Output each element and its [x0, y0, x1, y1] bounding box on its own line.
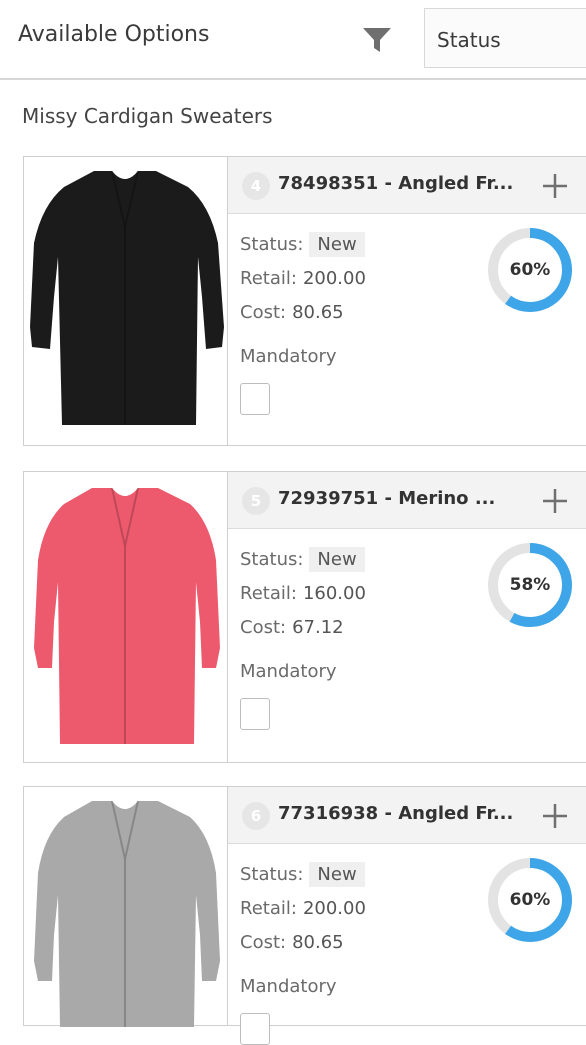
status-label: Status:: [240, 549, 304, 570]
sweater-shape: [30, 171, 224, 425]
sweater-shape: [34, 801, 220, 1027]
mandatory-checkbox[interactable]: [240, 383, 270, 415]
progress-percent: 60%: [509, 890, 551, 910]
status-row: Status: New: [240, 862, 365, 887]
cost-value: 80.65: [292, 302, 344, 323]
plus-icon[interactable]: [540, 486, 570, 516]
cost-row: Cost: 80.65: [240, 932, 344, 953]
product-details: Status: New Retail: 200.00 Cost: 80.65 Mand…: [228, 844, 586, 1045]
retail-row: Retail: 200.00: [240, 898, 366, 919]
header: Available Options Status: [0, 0, 586, 80]
sweater-shape: [34, 488, 220, 744]
mandatory-label: Mandatory: [240, 976, 337, 997]
product-name[interactable]: 78498351 - Angled Fr...: [278, 173, 513, 194]
rank-badge: 6: [242, 802, 270, 830]
mandatory-checkbox[interactable]: [240, 698, 270, 730]
filter-icon[interactable]: [362, 26, 392, 54]
product-header: 4 78498351 - Angled Fr...: [228, 157, 586, 214]
product-card[interactable]: 4 78498351 - Angled Fr... Status: New Ret…: [23, 156, 586, 446]
status-select[interactable]: Status: [424, 8, 586, 68]
status-label: Status:: [240, 864, 304, 885]
status-badge: New: [309, 232, 365, 257]
cost-value: 80.65: [292, 932, 344, 953]
product-image: [24, 472, 228, 762]
status-badge: New: [309, 547, 365, 572]
sweater-image: [34, 800, 220, 1027]
status-row: Status: New: [240, 547, 365, 572]
rank-badge: 5: [242, 487, 270, 515]
product-header: 5 72939751 - Merino ...: [228, 472, 586, 529]
status-row: Status: New: [240, 232, 365, 257]
mandatory-label: Mandatory: [240, 661, 337, 682]
retail-row: Retail: 200.00: [240, 268, 366, 289]
product-image: [24, 157, 228, 445]
progress-percent: 60%: [509, 260, 551, 280]
mandatory-checkbox[interactable]: [240, 1013, 270, 1045]
product-image: [24, 787, 228, 1027]
rank-badge: 4: [242, 172, 270, 200]
product-name[interactable]: 77316938 - Angled Fr...: [278, 803, 513, 824]
retail-value: 200.00: [302, 268, 366, 289]
plus-icon[interactable]: [540, 801, 570, 831]
sweater-image: [34, 487, 220, 744]
cost-label: Cost:: [240, 932, 287, 953]
sweater-image: [30, 170, 224, 425]
cost-row: Cost: 80.65: [240, 302, 344, 323]
retail-row: Retail: 160.00: [240, 583, 366, 604]
retail-label: Retail:: [240, 583, 297, 604]
cost-row: Cost: 67.12: [240, 617, 344, 638]
cost-value: 67.12: [292, 617, 344, 638]
retail-value: 200.00: [302, 898, 366, 919]
product-name[interactable]: 72939751 - Merino ...: [278, 488, 495, 509]
product-card[interactable]: 6 77316938 - Angled Fr... Status: New Ret…: [23, 786, 586, 1045]
retail-value: 160.00: [302, 583, 366, 604]
plus-icon[interactable]: [540, 171, 570, 201]
cost-label: Cost:: [240, 617, 287, 638]
product-details: Status: New Retail: 200.00 Cost: 80.65 Mand…: [228, 214, 586, 445]
retail-label: Retail:: [240, 268, 297, 289]
cost-label: Cost:: [240, 302, 287, 323]
panel-title: Available Options: [18, 22, 210, 47]
product-card[interactable]: 5 72939751 - Merino ... Status: New Retai…: [23, 471, 586, 763]
status-badge: New: [309, 862, 365, 887]
product-header: 6 77316938 - Angled Fr...: [228, 787, 586, 844]
product-details: Status: New Retail: 160.00 Cost: 67.12 Mand…: [228, 529, 586, 762]
section-title: Missy Cardigan Sweaters: [22, 104, 273, 128]
mandatory-label: Mandatory: [240, 346, 337, 367]
retail-label: Retail:: [240, 898, 297, 919]
progress-percent: 58%: [509, 575, 551, 595]
status-label: Status:: [240, 234, 304, 255]
